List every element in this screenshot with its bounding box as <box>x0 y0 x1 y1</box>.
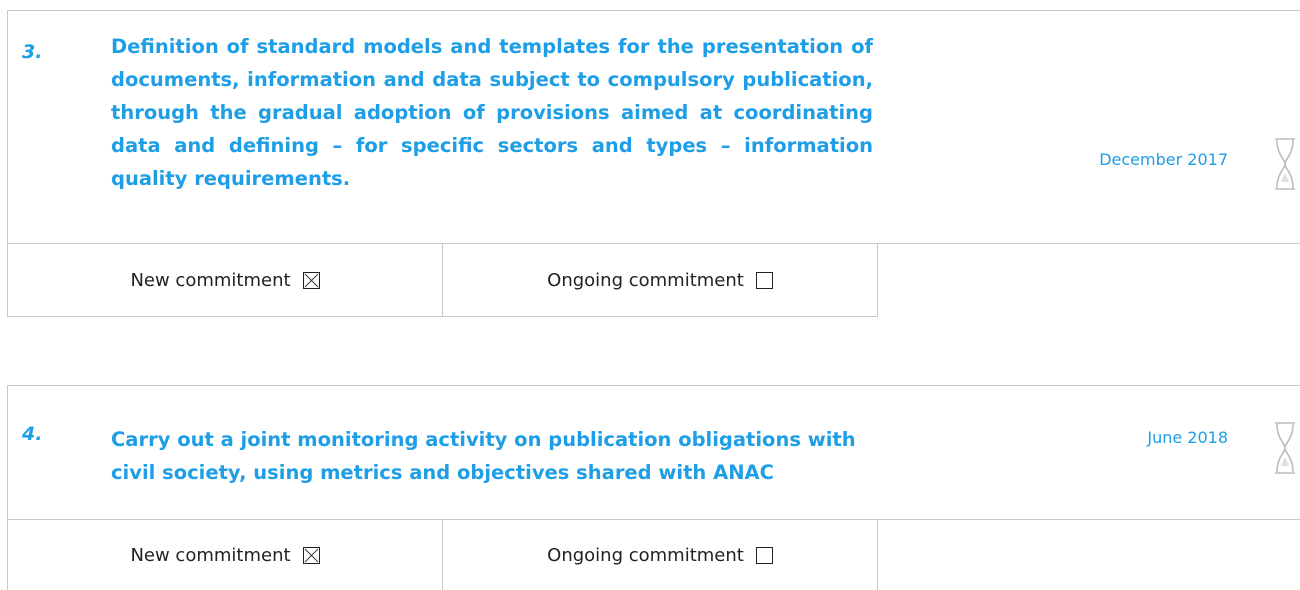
new-commitment-cell: New commitment <box>8 520 443 590</box>
commitment-title: Carry out a joint monitoring activity on… <box>111 428 856 484</box>
commitment-number: 4. <box>22 423 43 445</box>
commitment-block-4: 4. Carry out a joint monitoring activity… <box>7 0 1300 590</box>
commitment-status-row: New commitment Ongoing commitment <box>7 520 878 590</box>
new-commitment-checkbox[interactable] <box>302 546 320 564</box>
hourglass-icon <box>1275 422 1295 474</box>
checked-x-icon <box>304 548 318 562</box>
commitment-deadline: June 2018 <box>1147 428 1228 447</box>
ongoing-commitment-checkbox[interactable] <box>755 546 773 564</box>
ongoing-commitment-cell: Ongoing commitment <box>443 520 877 590</box>
ongoing-commitment-label: Ongoing commitment <box>547 544 744 566</box>
new-commitment-label: New commitment <box>130 544 291 566</box>
commitment-header-row: 4. Carry out a joint monitoring activity… <box>7 385 1300 520</box>
